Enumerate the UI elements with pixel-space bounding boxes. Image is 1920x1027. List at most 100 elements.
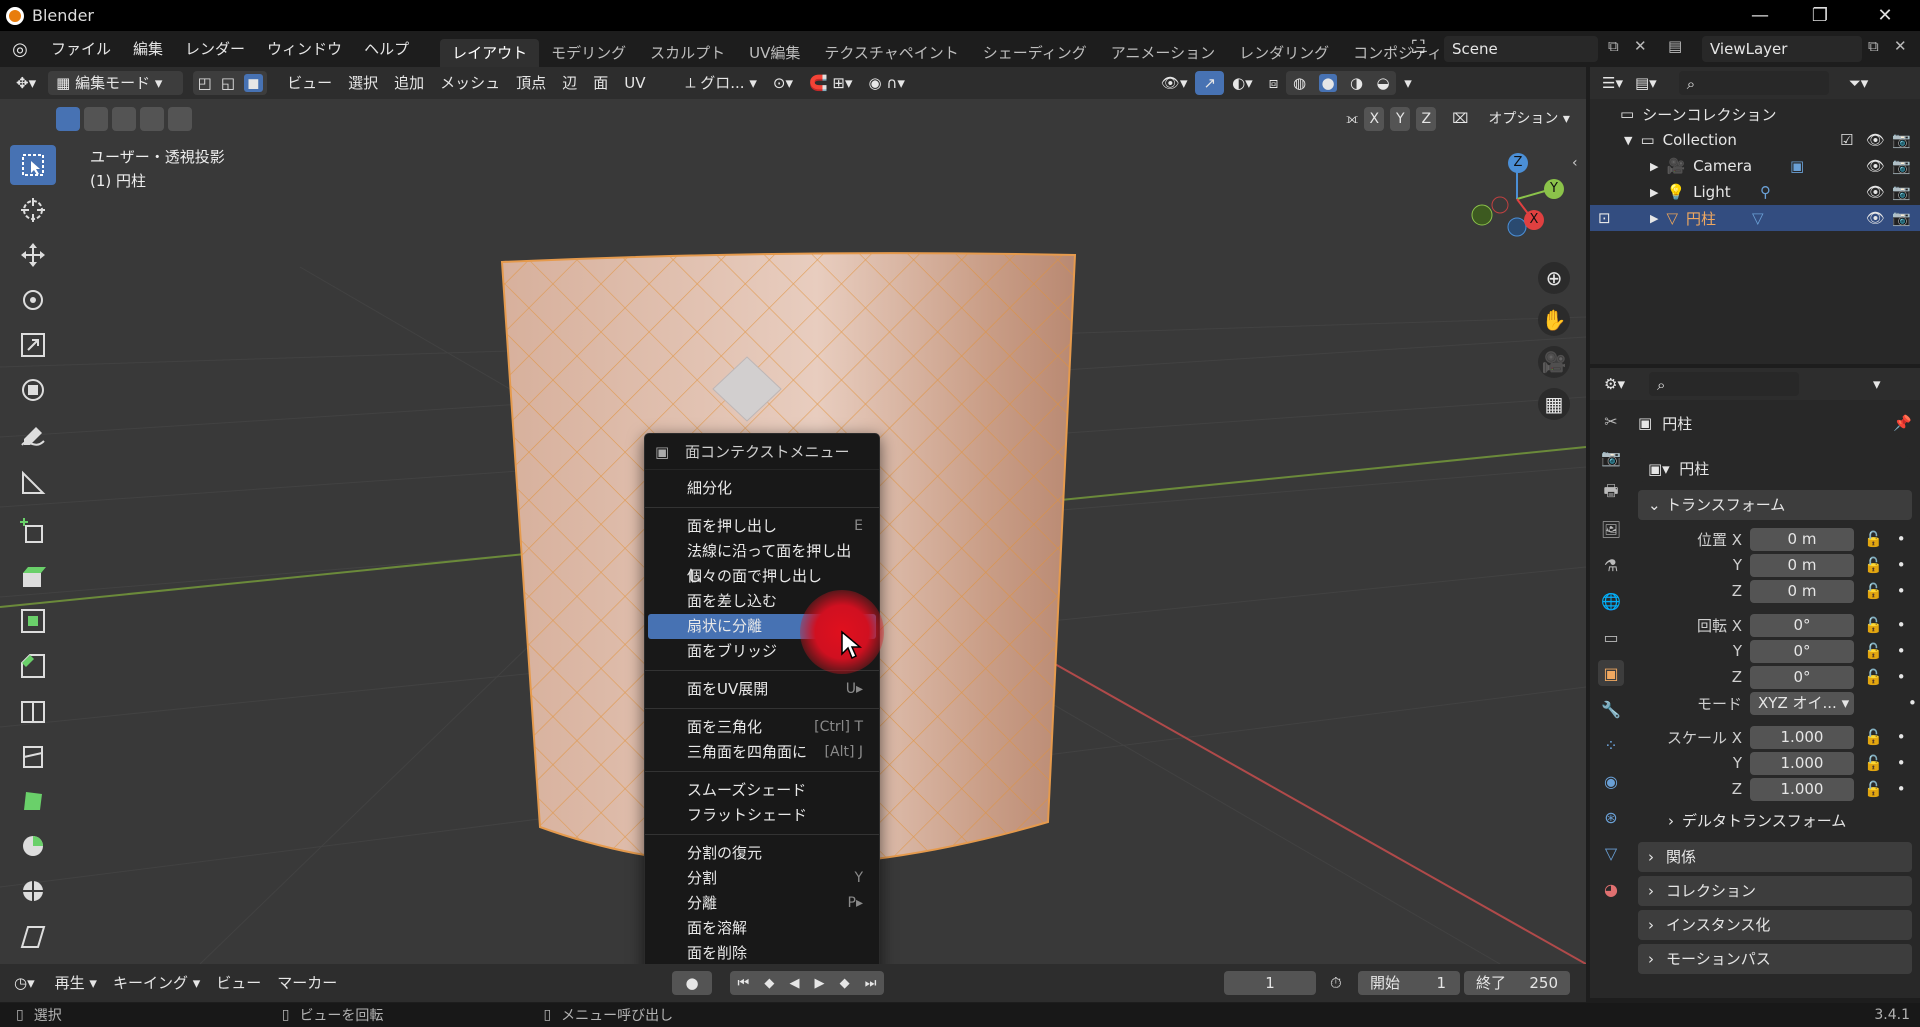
editor-type-icon[interactable]: ✥▾ bbox=[8, 71, 44, 95]
minimize-button[interactable]: — bbox=[1730, 0, 1790, 31]
shear-tool-icon[interactable] bbox=[10, 916, 56, 956]
outliner-search[interactable]: ⌕ bbox=[1678, 71, 1829, 95]
measure-tool-icon[interactable] bbox=[10, 463, 56, 503]
new-scene-icon[interactable]: ⧉ bbox=[1608, 37, 1619, 55]
gizmo-toggle-icon[interactable]: ↗ bbox=[1195, 71, 1225, 95]
menu-face[interactable]: 面 bbox=[585, 71, 616, 95]
filter-icon[interactable]: ⏷▾ bbox=[1849, 74, 1869, 92]
select-extend-icon[interactable] bbox=[84, 107, 108, 131]
properties-editor-icon[interactable]: ⚙▾ bbox=[1604, 375, 1625, 393]
bevel-tool-icon[interactable] bbox=[10, 646, 56, 686]
jump-end-icon[interactable]: ⏭ bbox=[865, 976, 877, 991]
motion-paths-section[interactable]: › モーションパス bbox=[1638, 944, 1912, 974]
start-frame-field[interactable]: 開始 1 bbox=[1358, 971, 1460, 995]
menu-separate[interactable]: 分離 P▸ bbox=[645, 891, 879, 916]
edit-mode-icon[interactable]: ⊡ bbox=[1598, 209, 1611, 227]
menu-edge[interactable]: 辺 bbox=[554, 71, 585, 95]
properties-search[interactable]: ⌕ bbox=[1648, 372, 1799, 396]
scale-tool-icon[interactable] bbox=[10, 325, 56, 365]
camera-view-icon[interactable]: 🎥 bbox=[1538, 346, 1570, 378]
expand-arrow-icon[interactable]: ▼ bbox=[1624, 134, 1632, 147]
render-tab-icon[interactable]: 📷 bbox=[1598, 444, 1624, 470]
properties-options-icon[interactable]: ▾ bbox=[1873, 375, 1881, 393]
menu-extrude-along-normals[interactable]: 法線に沿って面を押し出し bbox=[645, 539, 879, 585]
timeline-view-menu[interactable]: ビュー bbox=[208, 971, 269, 995]
select-subtract-icon[interactable] bbox=[112, 107, 136, 131]
lock-icon[interactable]: 🔓 bbox=[1864, 754, 1883, 772]
visibility-eye-icon[interactable]: 👁 bbox=[1866, 183, 1885, 201]
menu-mesh[interactable]: メッシュ bbox=[432, 71, 508, 95]
timeline-editor-icon[interactable]: ◷▾ bbox=[14, 974, 35, 992]
menu-extrude-individual[interactable]: 個々の面で押し出し bbox=[645, 564, 879, 589]
keyframe-dot-icon[interactable]: • bbox=[1897, 582, 1906, 600]
xray-icon[interactable]: ⧈ bbox=[1261, 71, 1287, 95]
menu-extrude-faces[interactable]: 面を押し出し E bbox=[645, 514, 879, 539]
menu-tris-to-quads[interactable]: 三角面を四角面に [Alt] J bbox=[645, 740, 879, 765]
scene-collection-row[interactable]: ▭ シーンコレクション bbox=[1590, 101, 1920, 127]
add-cube-tool-icon[interactable] bbox=[10, 511, 56, 551]
delta-transform-subpanel[interactable]: › デルタトランスフォーム bbox=[1668, 810, 1846, 831]
outliner-editor-icon[interactable]: ☰▾ bbox=[1602, 74, 1623, 92]
annotate-tool-icon[interactable] bbox=[10, 418, 56, 458]
next-keyframe-icon[interactable]: ◆ bbox=[840, 976, 850, 991]
lock-icon[interactable]: 🔓 bbox=[1864, 582, 1883, 600]
menu-uv[interactable]: UV bbox=[616, 71, 653, 95]
mirror-z-toggle[interactable]: Z bbox=[1416, 107, 1437, 131]
keyframe-dot-icon[interactable]: • bbox=[1908, 694, 1917, 712]
gizmo-y[interactable]: Y bbox=[1544, 179, 1564, 199]
keyframe-dot-icon[interactable]: • bbox=[1897, 556, 1906, 574]
menu-select[interactable]: 選択 bbox=[340, 71, 386, 95]
object-name-field[interactable]: ▣▾ 円柱 bbox=[1640, 456, 1910, 482]
cursor-tool-icon[interactable] bbox=[10, 190, 56, 230]
lock-icon[interactable]: 🔓 bbox=[1864, 616, 1883, 634]
wireframe-shading-icon[interactable]: ◍ bbox=[1293, 74, 1306, 92]
keyframe-dot-icon[interactable]: • bbox=[1897, 530, 1906, 548]
lock-icon[interactable]: 🔓 bbox=[1864, 728, 1883, 746]
transform-section-header[interactable]: ⌄ トランスフォーム bbox=[1638, 490, 1912, 520]
material-shading-icon[interactable]: ◑ bbox=[1350, 74, 1363, 92]
tab-layout[interactable]: レイアウト bbox=[440, 39, 540, 67]
select-new-icon[interactable] bbox=[56, 107, 80, 131]
keyframe-dot-icon[interactable]: • bbox=[1897, 728, 1906, 746]
mirror-x-toggle[interactable]: X bbox=[1364, 107, 1385, 131]
outliner-item-light[interactable]: ▶ 💡 Light ⚲ 👁 📷 bbox=[1590, 179, 1920, 205]
visibility-icon[interactable]: 👁▾ bbox=[1153, 71, 1196, 95]
pin-icon[interactable]: 📌 bbox=[1893, 414, 1912, 432]
lock-icon[interactable]: 🔓 bbox=[1864, 556, 1883, 574]
menu-view[interactable]: ビュー bbox=[279, 71, 340, 95]
scene-selector[interactable]: Scene bbox=[1444, 36, 1598, 62]
gizmo-z[interactable]: Z bbox=[1508, 153, 1528, 173]
tab-texture-paint[interactable]: テクスチャペイント bbox=[812, 39, 970, 67]
lock-icon[interactable]: 🔓 bbox=[1864, 668, 1883, 686]
mode-selector[interactable]: ▦ 編集モード ▾ bbox=[48, 71, 184, 95]
snap-icon[interactable]: 🧲 ⊞▾ bbox=[801, 71, 861, 95]
menu-vertex[interactable]: 頂点 bbox=[508, 71, 554, 95]
select-box-tool-icon[interactable] bbox=[10, 145, 56, 185]
expand-arrow-icon[interactable]: ▶ bbox=[1650, 160, 1658, 173]
constraints-tab-icon[interactable]: ⊛ bbox=[1598, 804, 1624, 830]
rotation-y-field[interactable]: 0° bbox=[1750, 639, 1854, 663]
perspective-grid-icon[interactable]: ▦ bbox=[1538, 388, 1570, 420]
location-z-field[interactable]: 0 m bbox=[1750, 579, 1854, 603]
visibility-eye-icon[interactable]: 👁 bbox=[1866, 209, 1885, 227]
output-tab-icon[interactable]: 🖶 bbox=[1598, 480, 1624, 506]
marker-menu[interactable]: マーカー bbox=[269, 971, 345, 995]
visibility-eye-icon[interactable]: 👁 bbox=[1866, 157, 1885, 175]
menu-delete-faces[interactable]: 面を削除 bbox=[645, 941, 879, 966]
relations-section[interactable]: › 関係 bbox=[1638, 842, 1912, 872]
tab-compositing[interactable]: コンポジティン bbox=[1341, 39, 1459, 67]
location-y-field[interactable]: 0 m bbox=[1750, 553, 1854, 577]
tab-rendering[interactable]: レンダリング bbox=[1227, 39, 1341, 67]
proportional-edit-icon[interactable]: ◉ ∩▾ bbox=[861, 71, 913, 95]
collections-section[interactable]: › コレクション bbox=[1638, 876, 1912, 906]
tab-shading[interactable]: シェーディング bbox=[971, 39, 1099, 67]
jump-start-icon[interactable]: ⏮ bbox=[738, 976, 750, 991]
maximize-button[interactable]: ❐ bbox=[1790, 0, 1850, 31]
transform-orientation[interactable]: ⟂ グロ... ▾ bbox=[677, 71, 764, 95]
end-frame-field[interactable]: 終了 250 bbox=[1464, 971, 1570, 995]
keyframe-dot-icon[interactable]: • bbox=[1897, 780, 1906, 798]
menu-shade-flat[interactable]: フラットシェード bbox=[645, 803, 879, 828]
transform-tool-icon[interactable] bbox=[10, 370, 56, 410]
move-tool-icon[interactable] bbox=[10, 235, 56, 275]
new-viewlayer-icon[interactable]: ⧉ bbox=[1868, 37, 1879, 55]
